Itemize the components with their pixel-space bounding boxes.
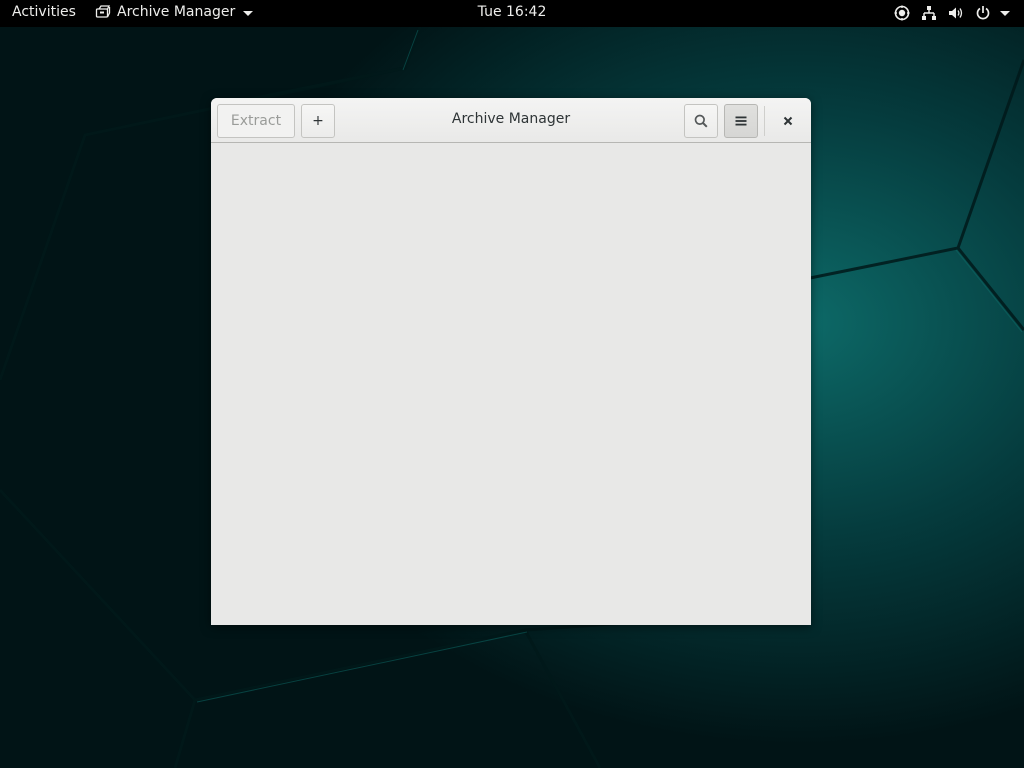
system-status-area[interactable] — [894, 5, 1010, 21]
header-bar: Extract + Archive Manager — [211, 98, 811, 143]
network-wired-icon — [922, 6, 936, 20]
search-icon — [694, 114, 708, 128]
hamburger-menu-icon — [735, 116, 747, 126]
app-menu-label: Archive Manager — [117, 4, 236, 20]
close-button[interactable] — [773, 106, 803, 136]
header-separator — [764, 106, 765, 136]
activities-button[interactable]: Activities — [12, 4, 76, 20]
app-menu[interactable]: Archive Manager — [95, 4, 254, 20]
archive-manager-window: Extract + Archive Manager — [211, 98, 811, 625]
extract-button[interactable]: Extract — [217, 104, 295, 138]
window-title: Archive Manager — [451, 111, 571, 127]
power-icon — [976, 6, 990, 20]
desktop: Activities Archive Manager Tue 16:42 Ext… — [0, 0, 1024, 768]
clock[interactable]: Tue 16:42 — [478, 4, 547, 20]
search-button[interactable] — [684, 104, 718, 138]
archive-content-area — [211, 143, 811, 625]
menu-button[interactable] — [724, 104, 758, 138]
volume-icon — [949, 7, 963, 19]
archive-manager-icon — [95, 5, 111, 18]
add-files-button[interactable]: + — [301, 104, 335, 138]
accessibility-icon — [894, 5, 910, 21]
chevron-down-icon — [243, 10, 254, 16]
close-icon — [783, 116, 793, 126]
chevron-down-icon — [1000, 10, 1010, 16]
top-bar: Activities Archive Manager Tue 16:42 — [0, 0, 1024, 27]
